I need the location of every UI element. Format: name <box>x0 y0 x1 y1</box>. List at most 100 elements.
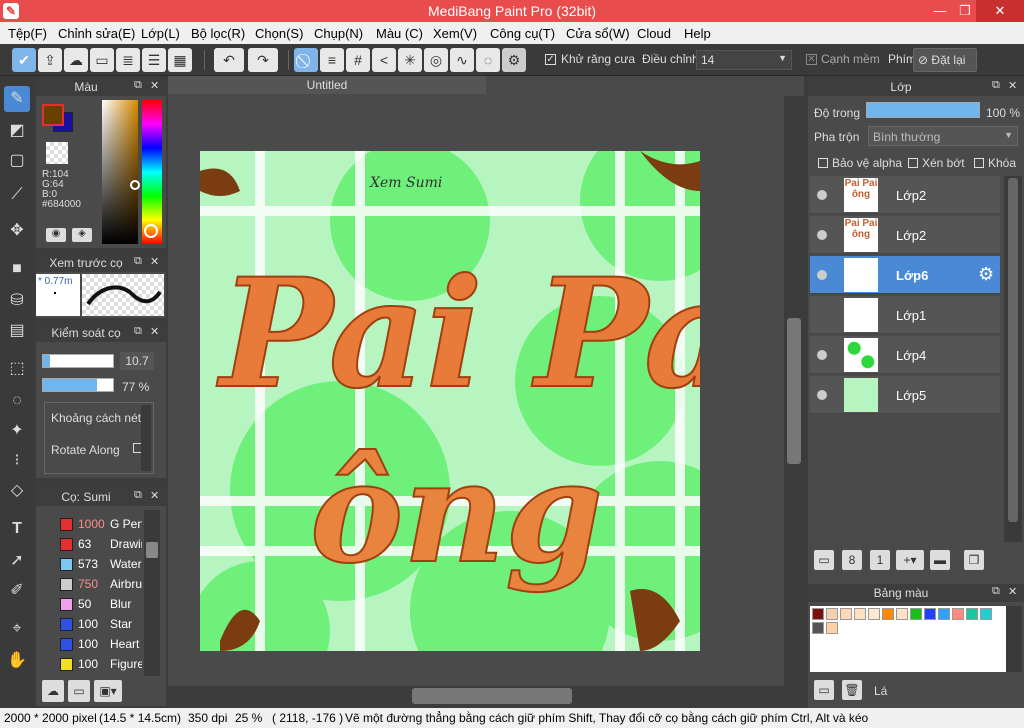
panel-close-icon[interactable]: ✕ <box>1008 79 1017 92</box>
panel-close-icon[interactable]: ✕ <box>1008 585 1017 598</box>
saturation-value-picker[interactable] <box>102 100 140 244</box>
visibility-icon[interactable] <box>817 230 827 240</box>
color-picker-icon[interactable]: ◈ <box>72 228 92 242</box>
select-pen-icon[interactable]: ⁝ <box>4 448 30 474</box>
hue-slider[interactable] <box>142 100 162 244</box>
circle-snap-icon[interactable]: ◎ <box>424 48 448 72</box>
brush-item[interactable]: 50 Blur <box>56 594 142 614</box>
menu-layer[interactable]: Lớp(L) <box>141 26 180 41</box>
palette-swatch[interactable] <box>882 608 894 620</box>
menu-help[interactable]: Help <box>684 26 711 41</box>
close-button[interactable]: ✕ <box>976 0 1024 22</box>
panel-close-icon[interactable]: ✕ <box>150 489 159 502</box>
soft-edge-checkbox[interactable]: ✕ <box>806 54 817 65</box>
document-icon[interactable]: ≣ <box>116 48 140 72</box>
protect-alpha-checkbox[interactable] <box>818 158 828 168</box>
new-brush-icon[interactable]: ▭ <box>68 680 90 702</box>
palette-swatch[interactable] <box>868 608 880 620</box>
text-tool-icon[interactable]: T <box>4 516 30 542</box>
duplicate-layer-icon[interactable]: ❐ <box>964 550 984 570</box>
spacing-label[interactable]: Khoảng cách nét <box>51 411 141 425</box>
brush-item[interactable]: 100 Heart <box>56 634 142 654</box>
palette-scrollbar[interactable] <box>1006 606 1022 672</box>
layer-row[interactable]: Lớp1 <box>810 296 1000 334</box>
add-layer-menu-icon[interactable]: +▾ <box>896 550 924 570</box>
blend-mode-select[interactable]: Bình thường ▼ <box>868 126 1018 146</box>
palette-icon[interactable]: ◉ <box>46 228 66 242</box>
new-layer-icon[interactable]: ▭ <box>814 550 834 570</box>
undock-icon[interactable]: ⧉ <box>134 325 142 338</box>
lasso-icon[interactable]: ◌ <box>4 388 30 414</box>
folder-icon[interactable]: ▬ <box>930 550 950 570</box>
palette-swatch[interactable] <box>854 608 866 620</box>
brush-line-icon[interactable]: ⟋ <box>4 182 30 208</box>
correction-select[interactable]: 14 ▼ <box>696 50 792 70</box>
add-palette-icon[interactable]: ▭ <box>814 680 834 700</box>
magic-wand-icon[interactable]: ✦ <box>4 418 30 444</box>
gradient-tool-icon[interactable]: ▤ <box>4 318 30 344</box>
layer-row[interactable]: Lớp4 <box>810 336 1000 374</box>
brush-tool-icon[interactable]: ✎ <box>4 86 30 112</box>
select-eraser-icon[interactable]: ◇ <box>4 478 30 504</box>
new-halftone-layer-icon[interactable]: 8 <box>842 550 862 570</box>
palette-swatch[interactable] <box>826 622 838 634</box>
palette-swatch[interactable] <box>826 608 838 620</box>
move-tool-icon[interactable]: ✥ <box>4 218 30 244</box>
vanishing-point-icon[interactable]: ◌ <box>476 48 500 72</box>
dot-tool-icon[interactable]: ▢ <box>4 148 30 174</box>
palette-swatch[interactable] <box>966 608 978 620</box>
menu-cloud[interactable]: Cloud <box>637 26 671 41</box>
comment-icon[interactable]: ☁ <box>64 48 88 72</box>
visibility-icon[interactable] <box>817 190 827 200</box>
layer-list-scrollbar[interactable] <box>1004 176 1022 542</box>
layer-row[interactable]: Pai Pai ông Lớp2 <box>810 176 1000 214</box>
brush-item[interactable]: 63 Drawing <box>56 534 142 554</box>
delete-palette-icon[interactable]: 🗑 <box>842 680 862 700</box>
palette-swatch[interactable] <box>980 608 992 620</box>
radial-snap-icon[interactable]: ✳ <box>398 48 422 72</box>
select-rect-icon[interactable]: ⬚ <box>4 356 30 382</box>
transparent-color-swatch[interactable] <box>46 142 68 164</box>
menu-capture[interactable]: Chụp(N) <box>314 26 363 41</box>
palette-swatch[interactable] <box>840 608 852 620</box>
grid-snap-icon[interactable]: # <box>346 48 370 72</box>
reset-button[interactable]: ⊘ Đặt lại <box>913 48 977 72</box>
palette-swatch[interactable] <box>938 608 950 620</box>
undo-icon[interactable]: ↶ <box>214 48 244 72</box>
visibility-icon[interactable] <box>817 270 827 280</box>
redo-icon[interactable]: ↷ <box>248 48 278 72</box>
operation-tool-icon[interactable]: ➚ <box>4 548 30 574</box>
brush-menu-icon[interactable]: ▣▾ <box>94 680 122 702</box>
layer-opacity-slider[interactable] <box>866 102 980 118</box>
brush-item[interactable]: 1000 G Pen <box>56 514 142 534</box>
page-icon[interactable]: ▭ <box>90 48 114 72</box>
eyedropper-icon[interactable]: ⌖ <box>4 616 30 642</box>
undock-icon[interactable]: ⧉ <box>134 489 142 502</box>
menu-select[interactable]: Chọn(S) <box>255 26 303 41</box>
brush-list-scrollbar[interactable] <box>144 510 160 676</box>
tab-untitled[interactable]: Untitled <box>168 76 486 94</box>
perspective-snap-icon[interactable]: < <box>372 48 396 72</box>
menu-file[interactable]: Tệp(F) <box>8 26 47 41</box>
menu-tools[interactable]: Công cụ(T) <box>490 26 555 41</box>
palette-swatch[interactable] <box>812 622 824 634</box>
brush-cloud-icon[interactable]: ☁ <box>42 680 64 702</box>
undock-icon[interactable]: ⧉ <box>134 79 142 92</box>
menu-color[interactable]: Màu (C) <box>376 26 423 41</box>
brush-size-value[interactable]: 10.7 <box>120 352 154 370</box>
layer-row[interactable]: Pai Pai ông Lớp2 <box>810 216 1000 254</box>
menu-window[interactable]: Cửa sổ(W) <box>566 26 630 41</box>
layer-row-selected[interactable]: Lớp6 ⚙ <box>810 256 1000 294</box>
panel-close-icon[interactable]: ✕ <box>150 255 159 268</box>
visibility-icon[interactable] <box>817 350 827 360</box>
brush-opacity-slider[interactable] <box>42 378 114 392</box>
snap-off-icon[interactable]: ⃠ <box>294 48 318 72</box>
fill-rect-icon[interactable]: ■ <box>4 256 30 282</box>
visibility-icon[interactable] <box>817 390 827 400</box>
list-icon[interactable]: ☰ <box>142 48 166 72</box>
menu-view[interactable]: Xem(V) <box>433 26 477 41</box>
canvas-horizontal-scrollbar[interactable] <box>168 686 804 708</box>
palette-swatch[interactable] <box>812 608 824 620</box>
bucket-tool-icon[interactable]: ⛁ <box>4 288 30 314</box>
panel-close-icon[interactable]: ✕ <box>150 325 159 338</box>
